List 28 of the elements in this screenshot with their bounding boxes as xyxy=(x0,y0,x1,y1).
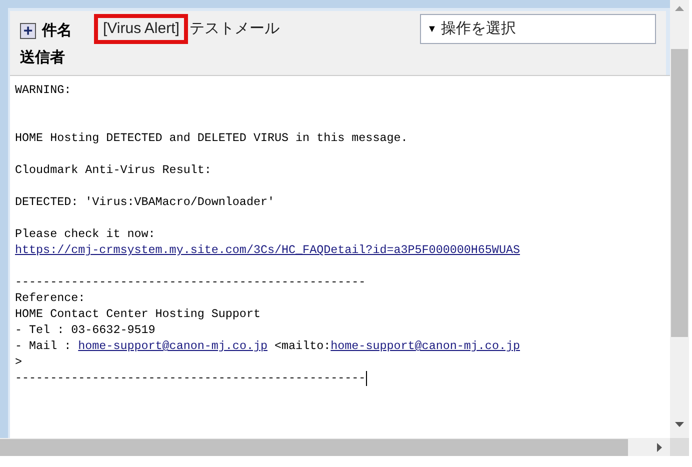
subject-tag: [Virus Alert] xyxy=(94,14,188,44)
message-text: Cloudmark Anti-Virus Result: xyxy=(15,162,212,178)
message-text: > xyxy=(15,354,22,370)
message-text: -------------------------------------------------- xyxy=(15,274,366,290)
scroll-right-icon[interactable] xyxy=(657,442,662,452)
vertical-scrollbar[interactable] xyxy=(670,0,689,438)
scroll-down-icon[interactable] xyxy=(675,422,684,427)
expand-icon[interactable]: + xyxy=(20,23,36,39)
scrollbar-thumb[interactable] xyxy=(671,49,688,337)
message-text: <mailto: xyxy=(274,338,331,354)
message-link[interactable]: https://cmj-crmsystem.my.site.com/3Cs/HC_FAQDetail?id=a3P5F000000H65WUAS xyxy=(15,242,520,258)
message-text: HOME Contact Center Hosting Support xyxy=(15,306,260,322)
message-text: DETECTED: 'Virus:VBAMacro/Downloader' xyxy=(15,194,275,210)
scrollbar-corner xyxy=(670,438,689,456)
message-text: - Tel : 03-6632-9519 xyxy=(15,322,156,338)
scroll-up-icon[interactable] xyxy=(675,6,684,11)
subject-text: テストメール xyxy=(189,18,280,39)
message-link[interactable]: home-support@canon-mj.co.jp xyxy=(78,338,268,354)
message-text: - Mail : xyxy=(15,338,72,354)
message-text: Please check it now: xyxy=(15,226,156,242)
sender-label: 送信者 xyxy=(20,48,66,68)
message-link[interactable]: home-support@canon-mj.co.jp xyxy=(330,338,520,354)
action-select[interactable]: ▼ 操作を選択 xyxy=(420,14,656,44)
message-text: WARNING: xyxy=(15,82,72,98)
message-text: -------------------------------------------------- xyxy=(15,370,366,386)
message-text: Reference: xyxy=(15,290,86,306)
subject-label: 件名 xyxy=(42,20,72,41)
message-text: HOME Hosting DETECTED and DELETED VIRUS in this message. xyxy=(15,130,408,146)
